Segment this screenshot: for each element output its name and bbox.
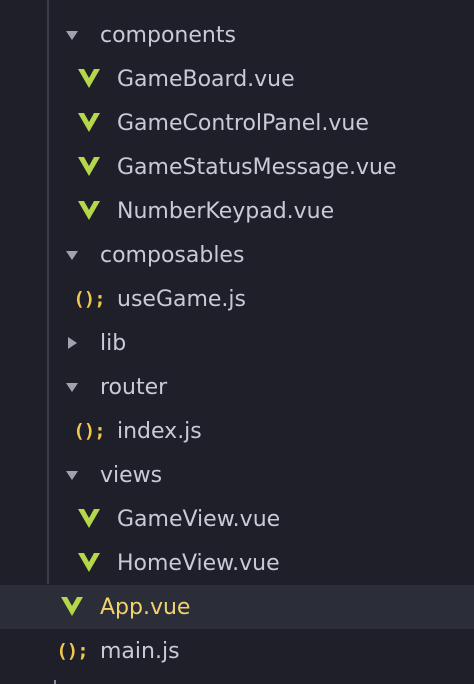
file-label: GameView.vue (117, 506, 281, 532)
folder-row-lib[interactable]: lib (0, 321, 474, 365)
vue-icon (78, 68, 100, 90)
file-row-index-js[interactable]: (); index.js (0, 409, 474, 453)
file-label: index.js (117, 418, 202, 444)
folder-label: views (100, 462, 163, 488)
file-row-gamecontrolpanel[interactable]: GameControlPanel.vue (0, 101, 474, 145)
folder-label: composables (100, 242, 245, 268)
file-row-homeview[interactable]: HomeView.vue (0, 541, 474, 585)
vue-icon (78, 200, 100, 222)
javascript-icon-glyph: (); (56, 640, 88, 662)
chevron-down-icon[interactable] (65, 382, 79, 392)
javascript-icon: (); (73, 288, 105, 310)
file-explorer-tree: components GameBoard.vue GameControlPane… (0, 0, 474, 684)
file-label: GameControlPanel.vue (117, 110, 369, 136)
folder-row-router[interactable]: router (0, 365, 474, 409)
file-label: useGame.js (117, 286, 247, 312)
file-row-numberkeypad[interactable]: NumberKeypad.vue (0, 189, 474, 233)
folder-row-composables[interactable]: composables (0, 233, 474, 277)
file-label: NumberKeypad.vue (117, 198, 335, 224)
chevron-right-icon[interactable] (65, 337, 79, 349)
vue-icon (78, 112, 100, 134)
clipped-row-below (54, 680, 56, 684)
vue-icon (78, 156, 100, 178)
javascript-icon: (); (56, 640, 88, 662)
file-label: HomeView.vue (117, 550, 280, 576)
folder-label: components (100, 22, 236, 48)
javascript-icon-glyph: (); (73, 288, 105, 310)
javascript-icon-glyph: (); (73, 420, 105, 442)
file-label: main.js (100, 638, 180, 664)
file-row-main-js[interactable]: (); main.js (0, 629, 474, 673)
file-label: App.vue (100, 594, 191, 620)
vue-icon (61, 596, 83, 618)
vue-icon (78, 552, 100, 574)
folder-row-views[interactable]: views (0, 453, 474, 497)
file-row-gameview[interactable]: GameView.vue (0, 497, 474, 541)
chevron-down-icon[interactable] (65, 30, 79, 40)
folder-label: router (100, 374, 168, 400)
file-row-gamestatusmessage[interactable]: GameStatusMessage.vue (0, 145, 474, 189)
file-row-app-vue[interactable]: App.vue (0, 585, 474, 629)
clipped-row-above (100, 0, 160, 2)
folder-label: lib (100, 330, 127, 356)
folder-row-components[interactable]: components (0, 13, 474, 57)
file-row-gameboard[interactable]: GameBoard.vue (0, 57, 474, 101)
file-label: GameBoard.vue (117, 66, 295, 92)
file-label: GameStatusMessage.vue (117, 154, 397, 180)
chevron-down-icon[interactable] (65, 250, 79, 260)
javascript-icon: (); (73, 420, 105, 442)
vue-icon (78, 508, 100, 530)
file-row-usegame[interactable]: (); useGame.js (0, 277, 474, 321)
chevron-down-icon[interactable] (65, 470, 79, 480)
